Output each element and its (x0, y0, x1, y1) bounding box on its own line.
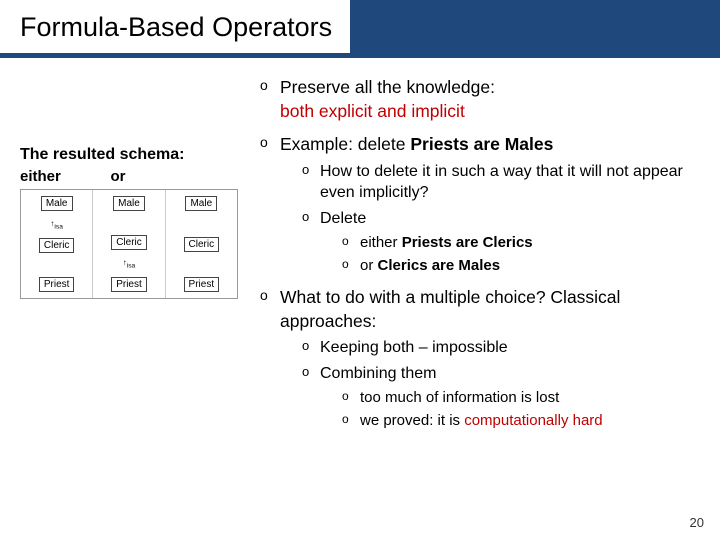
bullet-combining: Combining them too much of information i… (302, 363, 700, 431)
bullet-preserve: Preserve all the knowledge: both explici… (260, 76, 700, 123)
schema-labels: either or (20, 168, 260, 185)
left-column: The resulted schema: either or Male ↑isa… (20, 76, 260, 441)
diagram-col-3: Male Cleric Priest (165, 190, 237, 298)
isa-label: ↑isa (123, 258, 136, 270)
bullet-whattodo: What to do with a multiple choice? Class… (260, 286, 700, 431)
bullet-del-or: or Clerics are Males (342, 256, 700, 276)
bullet-del-either: either Priests are Clerics (342, 233, 700, 253)
isa-label: ↑isa (50, 219, 63, 231)
label-or: or (78, 168, 158, 185)
content-area: The resulted schema: either or Male ↑isa… (0, 70, 720, 441)
diagram-col-2: Male Cleric ↑isa Priest (92, 190, 164, 298)
page-number: 20 (690, 515, 704, 530)
node-priest: Priest (184, 277, 220, 292)
gap (128, 219, 131, 228)
slide: Formula-Based Operators The resulted sch… (0, 0, 720, 540)
schema-heading: The resulted schema: (20, 146, 260, 164)
bullet-proved: we proved: it is computationally hard (342, 411, 700, 431)
bullet-toomuch: too much of information is lost (342, 388, 700, 408)
diagram-col-1: Male ↑isa Cleric Priest (21, 190, 92, 298)
gap (55, 260, 58, 269)
node-cleric: Cleric (111, 235, 147, 250)
red-text: computationally hard (464, 412, 602, 429)
schema-diagram: Male ↑isa Cleric Priest Male Cleric ↑isa… (20, 189, 238, 299)
label-either: either (20, 168, 78, 185)
slide-title: Formula-Based Operators (0, 0, 350, 53)
node-cleric: Cleric (39, 238, 75, 253)
node-male: Male (113, 196, 145, 211)
node-male: Male (41, 196, 73, 211)
node-cleric: Cleric (184, 237, 220, 252)
red-text: both explicit and implicit (280, 101, 465, 121)
node-male: Male (185, 196, 217, 211)
right-column: Preserve all the knowledge: both explici… (260, 76, 700, 441)
bullet-delete: Delete either Priests are Clerics or Cle… (302, 208, 700, 276)
bullet-keepboth: Keeping both – impossible (302, 337, 700, 359)
node-priest: Priest (39, 277, 75, 292)
node-priest: Priest (111, 277, 147, 292)
gap (200, 219, 203, 228)
bullet-example: Example: delete Priests are Males How to… (260, 133, 700, 276)
bullet-howdelete: How to delete it in such a way that it w… (302, 161, 700, 204)
gap (200, 260, 203, 269)
